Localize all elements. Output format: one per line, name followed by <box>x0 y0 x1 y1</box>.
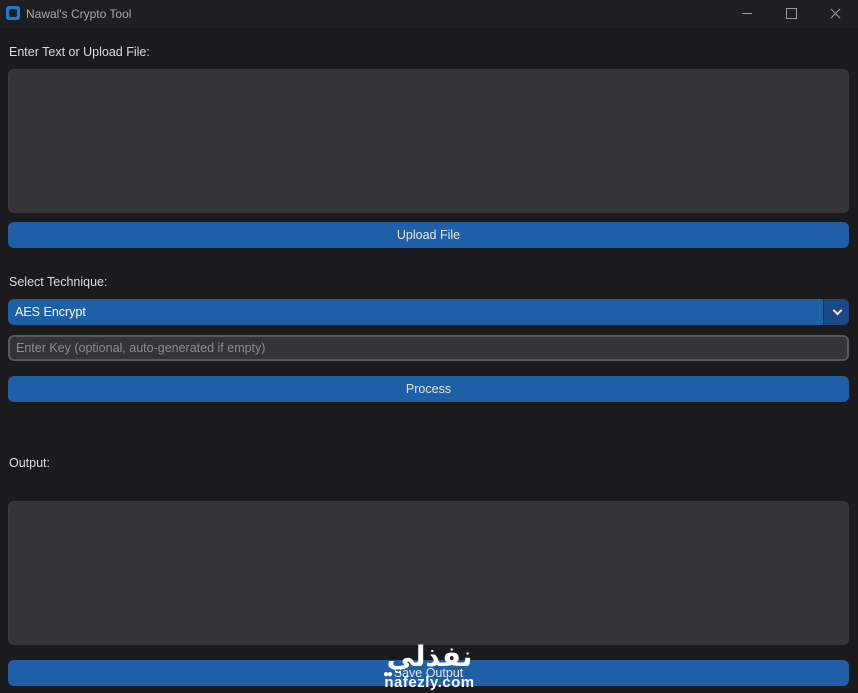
watermark-arabic-text: نفذلي <box>386 640 473 673</box>
close-icon[interactable] <box>812 0 856 28</box>
title-bar: Nawal's Crypto Tool <box>0 0 858 28</box>
watermark-logo: نفذلي ●● nafezly.com <box>377 640 482 692</box>
technique-dropdown[interactable]: AES Encrypt <box>8 299 849 325</box>
technique-selected-value: AES Encrypt <box>15 305 86 319</box>
upload-file-button[interactable]: Upload File <box>8 222 849 248</box>
chevron-down-icon[interactable] <box>823 299 849 325</box>
maximize-icon[interactable] <box>768 0 812 28</box>
key-input[interactable] <box>8 335 849 361</box>
output-textbox[interactable] <box>8 501 849 645</box>
window-title: Nawal's Crypto Tool <box>26 7 132 21</box>
app-icon <box>6 6 20 20</box>
minimize-icon[interactable] <box>724 0 768 28</box>
output-label: Output: <box>9 456 50 470</box>
process-button[interactable]: Process <box>8 376 849 402</box>
input-textbox[interactable] <box>8 69 849 213</box>
input-label: Enter Text or Upload File: <box>9 45 150 59</box>
watermark-url: nafezly.com <box>384 674 475 691</box>
technique-label: Select Technique: <box>9 275 108 289</box>
